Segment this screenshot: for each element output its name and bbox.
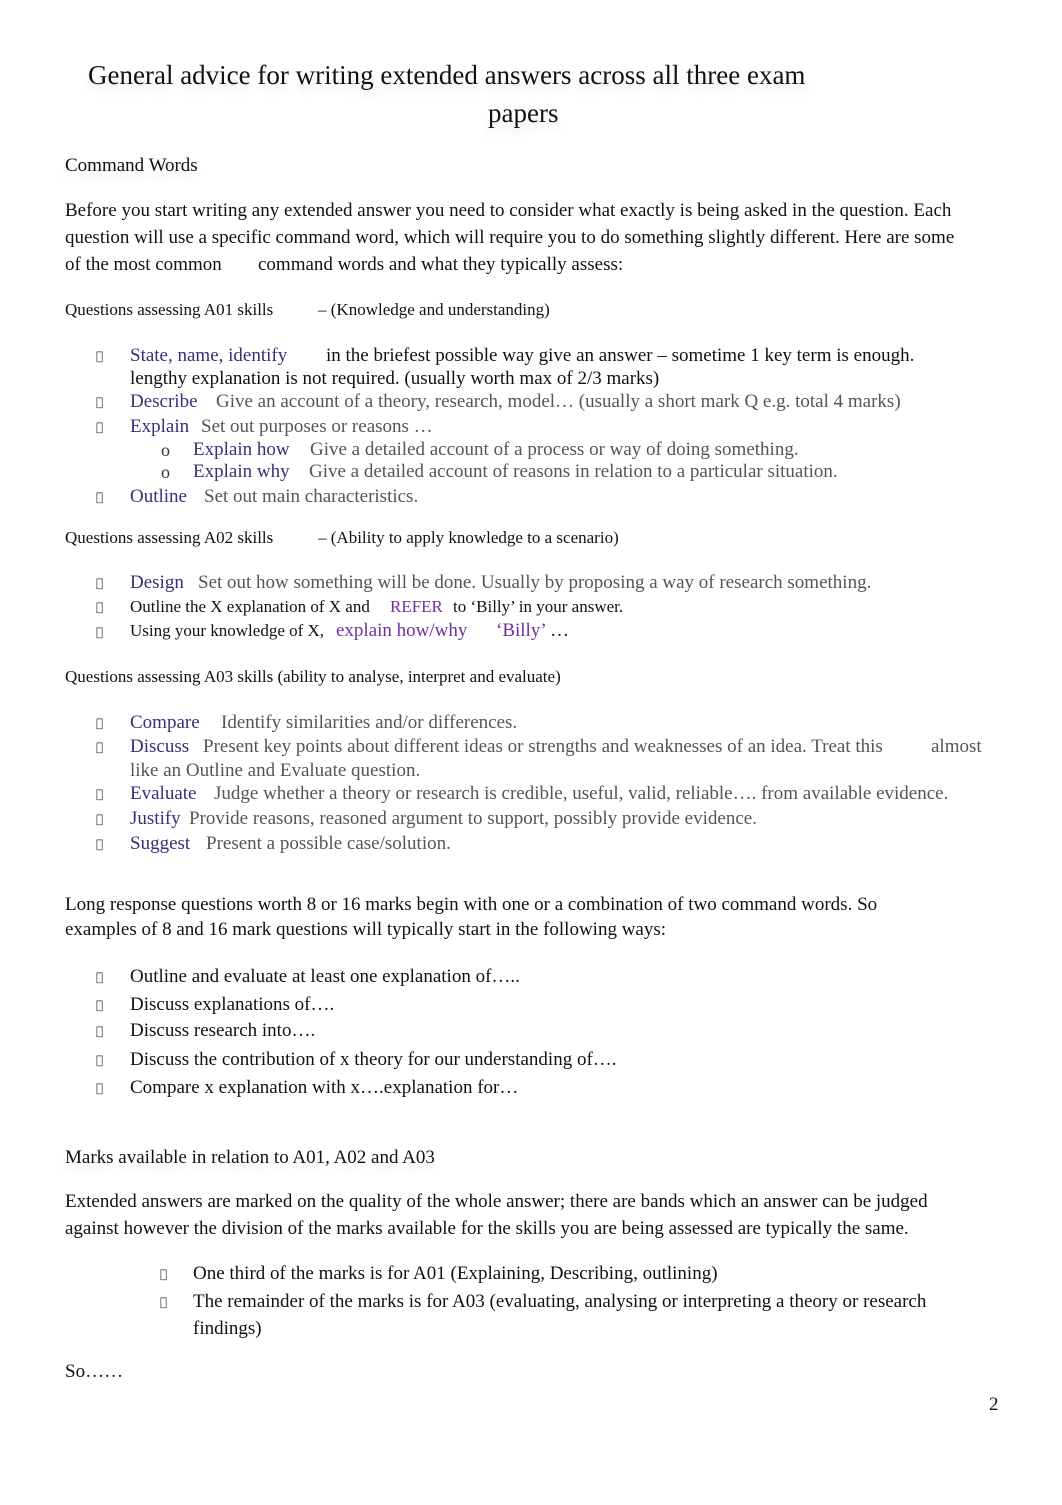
bullet-icon:  xyxy=(96,349,103,363)
command-desc: Present a possible case/solution. xyxy=(206,833,451,854)
bullet-icon:  xyxy=(96,998,103,1012)
a02-item-text: Using your knowledge of X, xyxy=(130,621,325,640)
a03-heading: Questions assessing A03 skills (ability … xyxy=(65,667,561,686)
a02-item-text: … xyxy=(550,620,569,641)
bullet-icon:  xyxy=(96,970,103,984)
a01-heading-desc: – (Knowledge and understanding) xyxy=(318,300,550,319)
a02-item-highlight: ‘Billy’ xyxy=(496,620,547,641)
marks-line-1: Extended answers are marked on the quali… xyxy=(65,1191,928,1212)
list-item: The remainder of the marks is for A03 (e… xyxy=(193,1291,927,1312)
long-response-line-1: Long response questions worth 8 or 16 ma… xyxy=(65,894,878,915)
command-word: Evaluate xyxy=(130,783,197,804)
a02-item-text: to ‘Billy’ in your answer. xyxy=(453,597,624,616)
command-desc: Provide reasons, reasoned argument to su… xyxy=(189,808,757,829)
intro-line-2: question will use a specific command wor… xyxy=(65,227,955,248)
command-word: Design xyxy=(130,572,184,593)
command-word: Discuss xyxy=(130,736,190,757)
sub-bullet-icon: o xyxy=(161,462,170,482)
command-desc-tail: almost xyxy=(931,736,982,757)
page-title-line2: papers xyxy=(488,98,559,128)
bullet-icon:  xyxy=(160,1267,167,1281)
list-item: Discuss explanations of…. xyxy=(130,994,335,1015)
command-desc: Set out main characteristics. xyxy=(204,486,419,507)
command-desc: Give a detailed account of reasons in re… xyxy=(309,461,838,482)
command-desc-cont: lengthy explanation is not required. (us… xyxy=(130,368,660,389)
marks-line-2: against however the division of the mark… xyxy=(65,1218,909,1239)
command-word: State, name, identify xyxy=(130,345,288,366)
command-word: Justify xyxy=(130,808,181,829)
a02-item-text: Outline the X explanation of X and xyxy=(130,597,370,616)
list-item: One third of the marks is for A01 (Expla… xyxy=(193,1263,718,1284)
bullet-icon:  xyxy=(96,740,103,754)
list-item: Compare x explanation with x….explanatio… xyxy=(130,1077,519,1098)
list-item: Discuss research into…. xyxy=(130,1020,316,1041)
section-heading-command-words: Command Words xyxy=(65,155,198,176)
command-word: Explain xyxy=(130,416,190,437)
bullet-icon:  xyxy=(96,1081,103,1095)
bullet-icon:  xyxy=(96,787,103,801)
command-desc: Present key points about different ideas… xyxy=(203,736,883,757)
marks-heading: Marks available in relation to A01, A02 … xyxy=(65,1147,435,1168)
bullet-icon:  xyxy=(96,395,103,409)
command-desc: Judge whether a theory or research is cr… xyxy=(214,783,949,804)
bullet-icon:  xyxy=(96,1024,103,1038)
a02-item-highlight: REFER xyxy=(390,597,443,616)
command-desc: Give a detailed account of a process or … xyxy=(310,439,799,460)
bullet-icon:  xyxy=(96,600,103,614)
a02-heading: Questions assessing A02 skills xyxy=(65,528,274,547)
long-response-line-2: examples of 8 and 16 mark questions will… xyxy=(65,919,667,940)
page-number: 2 xyxy=(989,1394,999,1415)
bullet-icon:  xyxy=(96,490,103,504)
command-word: Compare xyxy=(130,712,200,733)
command-word: Describe xyxy=(130,391,198,412)
bullet-icon:  xyxy=(96,716,103,730)
list-item: Outline and evaluate at least one explan… xyxy=(130,966,520,987)
list-item-cont: findings) xyxy=(193,1318,262,1339)
a02-item-highlight: explain how/why xyxy=(336,620,468,641)
command-word: Explain how xyxy=(193,439,290,460)
command-desc: Set out how something will be done. Usua… xyxy=(198,572,872,593)
command-word: Suggest xyxy=(130,833,191,854)
sub-bullet-icon: o xyxy=(161,440,170,460)
page-title-line1: General advice for writing extended answ… xyxy=(88,60,806,90)
list-item: Discuss the contribution of x theory for… xyxy=(130,1049,617,1070)
bullet-icon:  xyxy=(96,576,103,590)
bullet-icon:  xyxy=(96,812,103,826)
command-desc: Give an account of a theory, research, m… xyxy=(216,391,901,412)
intro-line-1: Before you start writing any extended an… xyxy=(65,200,952,221)
intro-line-3b: command words and what they typically as… xyxy=(258,254,624,275)
bullet-icon:  xyxy=(96,837,103,851)
intro-line-3a: of the most common xyxy=(65,254,222,275)
a01-heading: Questions assessing A01 skills xyxy=(65,300,274,319)
command-desc-cont: like an Outline and Evaluate question. xyxy=(130,760,421,781)
bullet-icon:  xyxy=(96,420,103,434)
a02-heading-desc: – (Ability to apply knowledge to a scena… xyxy=(318,528,619,547)
command-desc: Identify similarities and/or differences… xyxy=(221,712,518,733)
bullet-icon:  xyxy=(96,1053,103,1067)
command-word: Outline xyxy=(130,486,187,507)
command-word: Explain why xyxy=(193,461,290,482)
bullet-icon:  xyxy=(96,625,103,639)
bullet-icon:  xyxy=(160,1295,167,1309)
command-desc: Set out purposes or reasons … xyxy=(201,416,433,437)
so-text: So…… xyxy=(65,1361,124,1382)
command-desc: in the briefest possible way give an ans… xyxy=(326,345,915,366)
